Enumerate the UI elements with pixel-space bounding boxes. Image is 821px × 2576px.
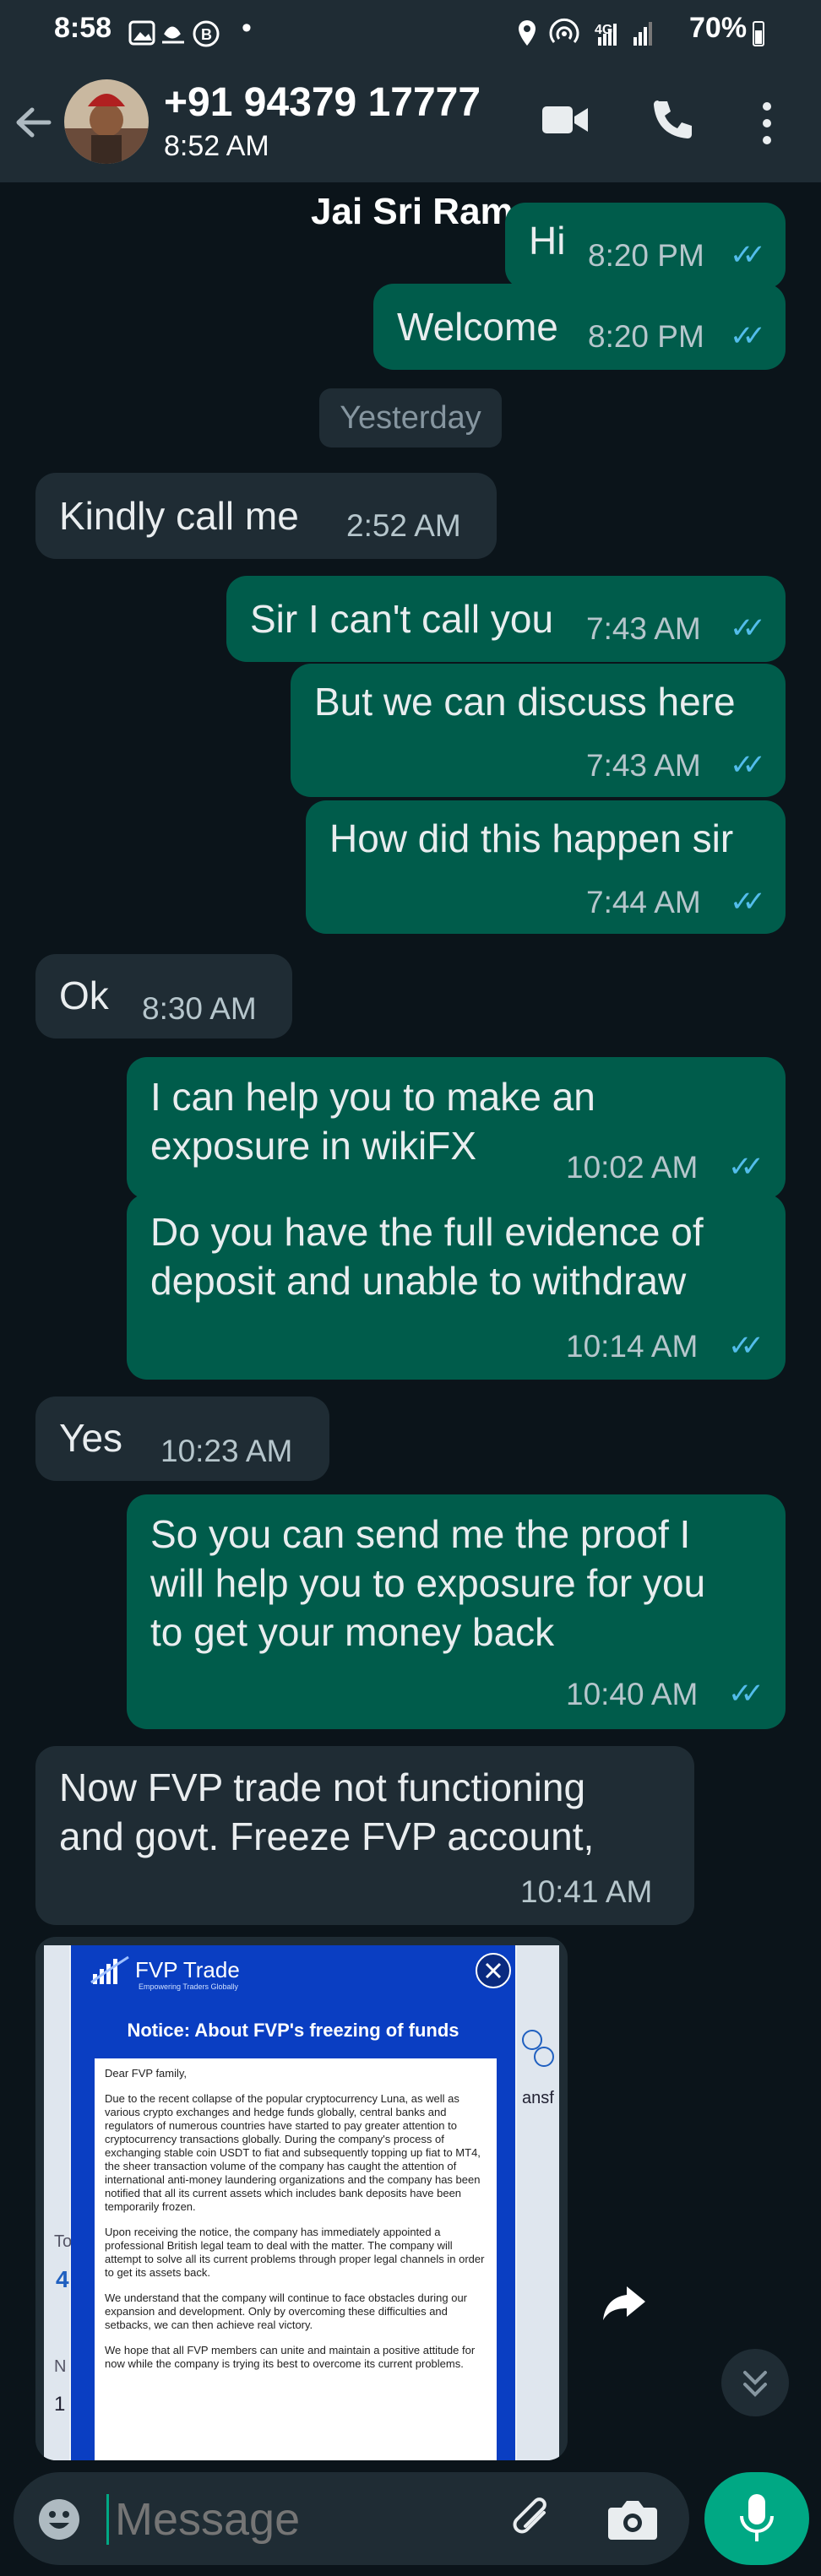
message-text: Yes (59, 1416, 123, 1460)
message-text: Ok (59, 973, 109, 1017)
contact-name-overlay: Jai Sri Ram (311, 191, 514, 232)
video-call-icon[interactable] (541, 101, 590, 138)
message-time: 10:23 AM (160, 1434, 293, 1468)
more-options-icon[interactable] (758, 100, 775, 147)
avatar[interactable] (63, 78, 150, 165)
message-time: 10:41 AM (520, 1874, 653, 1909)
read-ticks-icon: ✓✓ (730, 612, 766, 644)
background-fragment: 4 (56, 2266, 69, 2292)
read-ticks-icon: ✓✓ (730, 749, 766, 781)
message-text: Sir I can't call you (250, 597, 554, 641)
message-text: Now FVP trade not functioning and govt. … (59, 1765, 595, 1858)
forward-icon[interactable] (601, 2281, 649, 2324)
camera-icon[interactable] (606, 2496, 659, 2543)
notification-icons: B (128, 20, 220, 47)
message-time: 10:14 AM (566, 1329, 699, 1364)
voice-call-icon[interactable] (650, 98, 693, 140)
background-fragment: To (54, 2232, 73, 2251)
read-ticks-icon: ✓✓ (730, 320, 766, 352)
message-time: 7:43 AM (586, 748, 701, 783)
status-time: 8:58 (54, 12, 112, 44)
background-fragment: ansf (522, 2089, 554, 2107)
outgoing-message[interactable]: Welcome 8:20 PM ✓✓ (373, 284, 786, 370)
outgoing-message[interactable]: Do you have the full evidence of deposit… (127, 1194, 786, 1380)
scroll-to-bottom-button[interactable] (721, 2349, 789, 2416)
attach-icon[interactable] (507, 2494, 557, 2545)
message-text: But we can discuss here (314, 680, 736, 724)
voice-record-button[interactable] (704, 2472, 809, 2565)
read-ticks-icon: ✓✓ (730, 239, 766, 271)
background-fragment: N (54, 2357, 67, 2376)
notice-paragraph: We hope that all FVP members can unite a… (105, 2344, 476, 2370)
microphone-icon (740, 2494, 774, 2541)
message-time: 7:43 AM (586, 611, 701, 646)
message-text: How did this happen sir (329, 816, 734, 860)
fvp-logo-icon (90, 1955, 129, 1984)
message-time: 10:40 AM (566, 1677, 699, 1711)
outgoing-message[interactable]: Sir I can't call you 7:43 AM ✓✓ (226, 576, 786, 662)
message-text: Welcome (397, 305, 558, 349)
incoming-message[interactable]: Yes 10:23 AM (35, 1396, 329, 1481)
incoming-message[interactable]: Ok 8:30 AM (35, 954, 292, 1039)
notice-body: Dear FVP family, Due to the recent colla… (95, 2058, 497, 2460)
outgoing-message[interactable]: But we can discuss here 7:43 AM ✓✓ (291, 664, 786, 797)
status-bar: 8:58 B • 4G 70% (0, 0, 821, 66)
contact-number[interactable]: +91 94379 17777 (164, 79, 481, 126)
notice-card: FVP Trade Empowering Traders Globally No… (71, 1945, 515, 2460)
chat-area: Jai Sri Ram Hi 8:20 PM ✓✓ Welcome 8:20 P… (0, 182, 821, 2462)
message-time: 8:30 AM (142, 991, 257, 1026)
message-time: 10:02 AM (566, 1150, 699, 1185)
message-text: Hi (529, 219, 566, 263)
message-time: 8:20 PM (588, 319, 704, 354)
read-ticks-icon: ✓✓ (730, 886, 766, 918)
read-ticks-icon: ✓✓ (728, 1151, 764, 1183)
coin-icon (534, 2047, 554, 2067)
message-time: 7:44 AM (586, 885, 701, 919)
background-fragment: 1 (54, 2393, 66, 2416)
emoji-icon[interactable] (37, 2497, 81, 2541)
double-chevron-down-icon (743, 2371, 767, 2397)
battery-icon (753, 21, 764, 46)
outgoing-message[interactable]: Hi 8:20 PM ✓✓ (505, 203, 786, 289)
brand-tagline: Empowering Traders Globally (139, 1982, 239, 1991)
message-input[interactable] (113, 2489, 488, 2550)
message-text: Do you have the full evidence of deposit… (150, 1210, 704, 1303)
notice-greeting: Dear FVP family, (105, 2067, 188, 2080)
message-text: I can help you to make an exposure in wi… (150, 1075, 595, 1168)
message-time: 8:20 PM (588, 238, 704, 273)
message-input-bar (0, 2462, 821, 2576)
last-seen-time: 8:52 AM (164, 130, 269, 162)
outgoing-message[interactable]: I can help you to make an exposure in wi… (127, 1057, 786, 1199)
incoming-message[interactable]: Now FVP trade not functioning and govt. … (35, 1746, 694, 1925)
notice-paragraph: Upon receiving the notice, the company h… (105, 2226, 485, 2279)
notice-paragraph: We understand that the company will cont… (105, 2291, 468, 2331)
message-text: Kindly call me (59, 494, 299, 538)
dot-icon: • (242, 12, 252, 44)
message-time: 2:52 AM (346, 508, 461, 543)
read-ticks-icon: ✓✓ (728, 1678, 764, 1710)
notice-title: Notice: About FVP's freezing of funds (127, 2020, 459, 2041)
chat-header: +91 94379 17777 8:52 AM (0, 66, 821, 182)
brand-name: FVP Trade (135, 1957, 240, 1982)
message-text: So you can send me the proof I will help… (150, 1512, 706, 1654)
system-icons: 4G (519, 18, 652, 46)
close-icon (476, 1953, 511, 1988)
back-arrow-icon[interactable] (12, 101, 54, 144)
read-ticks-icon: ✓✓ (728, 1330, 764, 1362)
image-thumbnail[interactable]: ansf To 4 N 1 FVP Trade Empowering Trade… (44, 1945, 559, 2460)
message-composer (14, 2472, 689, 2565)
incoming-message[interactable]: Kindly call me 2:52 AM (35, 473, 497, 559)
battery-percent: 70% (689, 12, 748, 44)
image-message[interactable]: ansf To 4 N 1 FVP Trade Empowering Trade… (35, 1937, 568, 2460)
outgoing-message[interactable]: How did this happen sir 7:44 AM ✓✓ (306, 800, 786, 934)
svg-text:B: B (201, 26, 212, 43)
notice-paragraph: Due to the recent collapse of the popula… (105, 2092, 481, 2213)
outgoing-message[interactable]: So you can send me the proof I will help… (127, 1494, 786, 1729)
date-separator: Yesterday (319, 388, 502, 447)
